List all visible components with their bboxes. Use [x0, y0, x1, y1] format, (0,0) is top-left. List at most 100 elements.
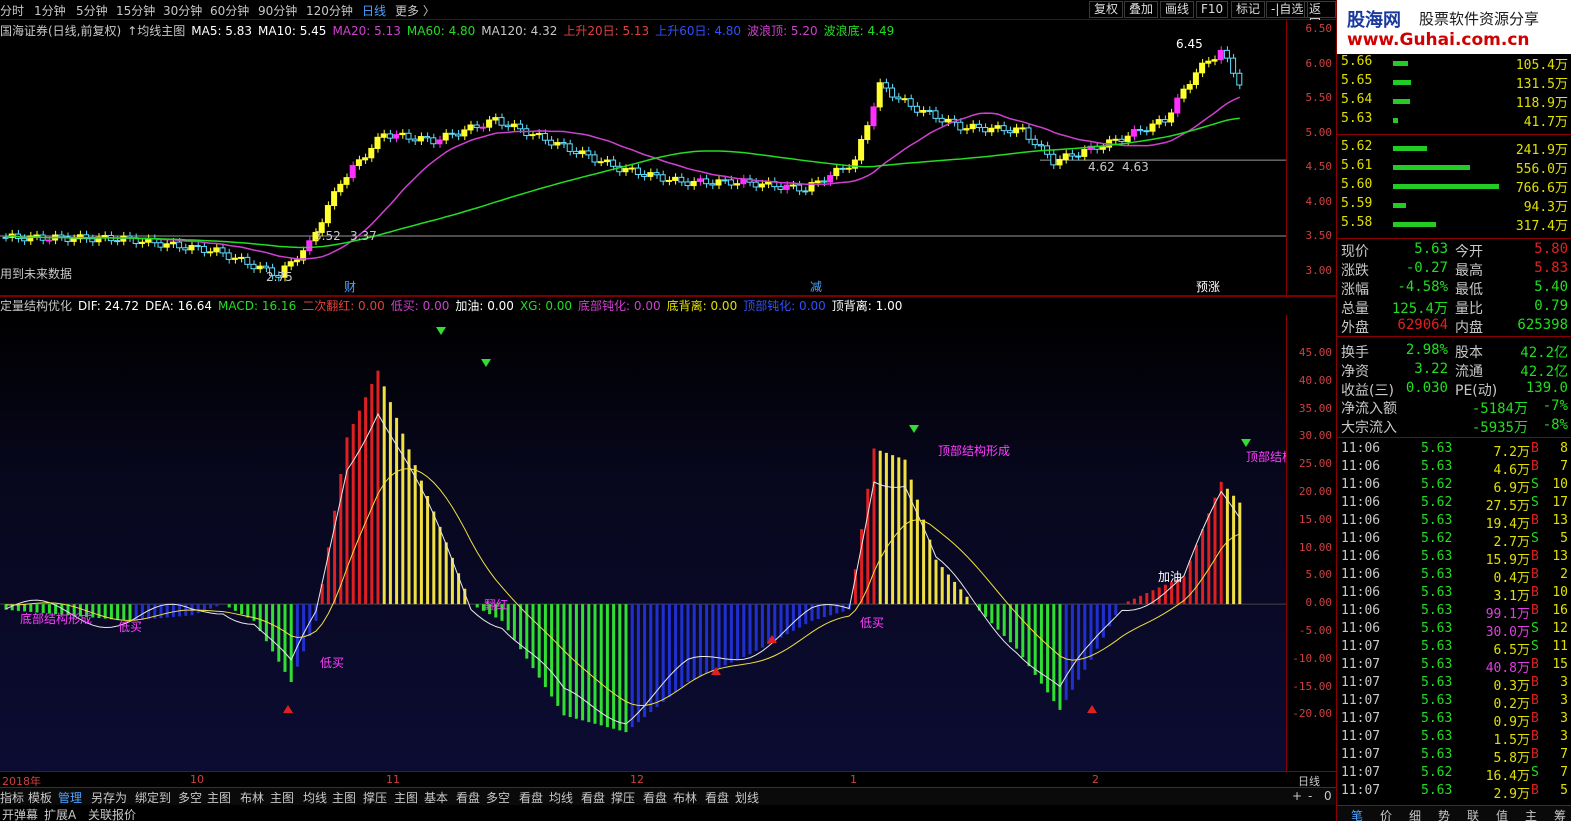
candlestick-panel[interactable]: 6.45 3.52 3.37 2.75 4.62 4.63 用到未来数据财 减 预涨: [0, 20, 1336, 296]
tick-v: 5.8万: [1493, 751, 1530, 766]
sidebar-tab[interactable]: 笔: [1351, 807, 1363, 821]
mark-button[interactable]: 标记: [1231, 1, 1266, 18]
tick-p: 5.62: [1421, 765, 1453, 780]
orderbook-row[interactable]: 5.63 41.7万: [1337, 111, 1571, 130]
tab-timeframe[interactable]: 15分钟: [116, 2, 155, 19]
candlestick-chart[interactable]: 6.45 3.52 3.37 2.75 4.62 4.63 用到未来数据财 减 预涨: [0, 20, 1286, 296]
tick-p: 5.63: [1421, 459, 1453, 474]
candle: [362, 157, 369, 161]
sidebar-tab[interactable]: 势: [1438, 807, 1450, 821]
orderbook-row[interactable]: 5.59 94.3万: [1337, 196, 1571, 215]
indicator-tab[interactable]: 模板: [28, 789, 52, 806]
overlay-button[interactable]: 叠加: [1124, 1, 1159, 18]
indicator-tab[interactable]: 撑压: [611, 789, 635, 806]
orderbook-row[interactable]: 5.58 317.4万: [1337, 215, 1571, 234]
quote-row: 外盘 629064 内盘 625398: [1337, 317, 1571, 336]
candle: [393, 134, 400, 139]
tab-timeframe[interactable]: 分时: [0, 2, 24, 19]
indicator-tab[interactable]: 绑定到: [135, 789, 171, 806]
indicator-tab[interactable]: 看盘: [643, 789, 667, 806]
macd-tick: -10.00: [1292, 651, 1332, 665]
tab-control-button[interactable]: -: [1308, 789, 1312, 803]
indicator-tab[interactable]: 管理: [58, 789, 82, 806]
ma-value: 国海证券(日线,前复权): [0, 24, 122, 38]
more-menu[interactable]: 更多 〉: [395, 2, 435, 19]
extend-button[interactable]: 扩展A: [44, 806, 76, 821]
candle: [696, 178, 703, 182]
tick-s: B: [1531, 513, 1539, 528]
tick-row: 11:07 5.63 40.8万 B 15: [1337, 657, 1571, 676]
orderbook-row[interactable]: 5.60 766.6万: [1337, 177, 1571, 196]
tab-timeframe[interactable]: 60分钟: [210, 2, 249, 19]
tab-timeframe[interactable]: 120分钟: [306, 2, 353, 19]
macd-panel[interactable]: 顶部结构形成顶部结构底部结构形成低买低买低买加油翻红: [0, 315, 1294, 771]
orderbook-row[interactable]: 5.62 241.9万: [1337, 139, 1571, 158]
indicator-tab[interactable]: 均线: [549, 789, 573, 806]
buy-signal-icon: [283, 705, 293, 713]
quote-label: 收益(三): [1341, 383, 1394, 399]
sidebar-tab[interactable]: 值: [1496, 807, 1508, 821]
indicator-tab[interactable]: 多空: [486, 789, 510, 806]
indicator-tab[interactable]: 主图: [332, 789, 356, 806]
indicator-tab[interactable]: 布林: [240, 789, 264, 806]
back-button[interactable]: 返回: [1304, 1, 1336, 31]
indicator-tab[interactable]: 主图: [394, 789, 418, 806]
f10-button[interactable]: F10: [1196, 1, 1229, 18]
orderbook-row[interactable]: 5.61 556.0万: [1337, 158, 1571, 177]
tab-timeframe[interactable]: 5分钟: [76, 2, 108, 19]
orderbook-row[interactable]: 5.66 105.4万: [1337, 54, 1571, 73]
candle: [1199, 62, 1206, 74]
tab-control-button[interactable]: +: [1292, 789, 1302, 803]
tick-p: 5.63: [1421, 621, 1453, 636]
sidebar-tab[interactable]: 联: [1467, 807, 1479, 821]
sidebar-tab[interactable]: 价: [1380, 807, 1392, 821]
indicator-tab[interactable]: 多空: [178, 789, 202, 806]
indicator-tab[interactable]: 主图: [270, 789, 294, 806]
candle: [349, 165, 356, 179]
adjust-button[interactable]: 复权: [1089, 1, 1124, 18]
indicator-tab[interactable]: 看盘: [519, 789, 543, 806]
tab-timeframe-active[interactable]: 日线: [362, 2, 386, 19]
tab-timeframe[interactable]: 90分钟: [258, 2, 297, 19]
tick-s: B: [1531, 549, 1539, 564]
candle: [554, 142, 561, 146]
indicator-tab[interactable]: 基本: [424, 789, 448, 806]
danmaku-button[interactable]: 开弹幕: [2, 806, 38, 821]
indicator-tab[interactable]: 看盘: [456, 789, 480, 806]
watchlist-button[interactable]: -|自选: [1266, 1, 1309, 18]
candle: [659, 174, 666, 182]
indicator-tab[interactable]: 撑压: [363, 789, 387, 806]
volume-bar: [1393, 165, 1471, 170]
quote-label: 外盘: [1341, 320, 1369, 336]
indicator-tab[interactable]: 均线: [303, 789, 327, 806]
indicator-tab[interactable]: 主图: [207, 789, 231, 806]
sidebar-tab[interactable]: 主: [1525, 807, 1537, 821]
tick-v: 1.5万: [1493, 733, 1530, 748]
quote-value: 5.83: [1534, 260, 1568, 276]
indicator-tab[interactable]: 布林: [673, 789, 697, 806]
sidebar-tab[interactable]: 细: [1409, 807, 1421, 821]
tick-t: 11:06: [1341, 441, 1381, 456]
indicator-tab[interactable]: 指标: [0, 789, 24, 806]
candle: [1099, 146, 1106, 150]
indicator-tab[interactable]: 看盘: [581, 789, 605, 806]
tab-timeframe[interactable]: 30分钟: [163, 2, 202, 19]
candle: [969, 123, 976, 130]
draw-button[interactable]: 画线: [1160, 1, 1195, 18]
sidebar-tab[interactable]: 筹: [1554, 807, 1566, 821]
tab-control-button[interactable]: 0: [1324, 789, 1332, 803]
indicator-tab[interactable]: 划线: [735, 789, 759, 806]
macd-tick: -15.00: [1292, 679, 1332, 693]
separator: [1337, 336, 1571, 337]
macd-chart[interactable]: 顶部结构形成顶部结构底部结构形成低买低买低买加油翻红: [0, 315, 1294, 771]
candle: [213, 247, 220, 253]
orderbook-row[interactable]: 5.65 131.5万: [1337, 73, 1571, 92]
tab-timeframe[interactable]: 1分钟: [34, 2, 66, 19]
related-quote-button[interactable]: 关联报价: [88, 806, 136, 821]
candle: [802, 190, 809, 193]
tick-v: 4.6万: [1493, 463, 1530, 478]
indicator-tab[interactable]: 另存为: [91, 789, 127, 806]
orderbook-row[interactable]: 5.64 118.9万: [1337, 92, 1571, 111]
ma-value: MA60: 4.80: [406, 24, 476, 38]
indicator-tab[interactable]: 看盘: [705, 789, 729, 806]
